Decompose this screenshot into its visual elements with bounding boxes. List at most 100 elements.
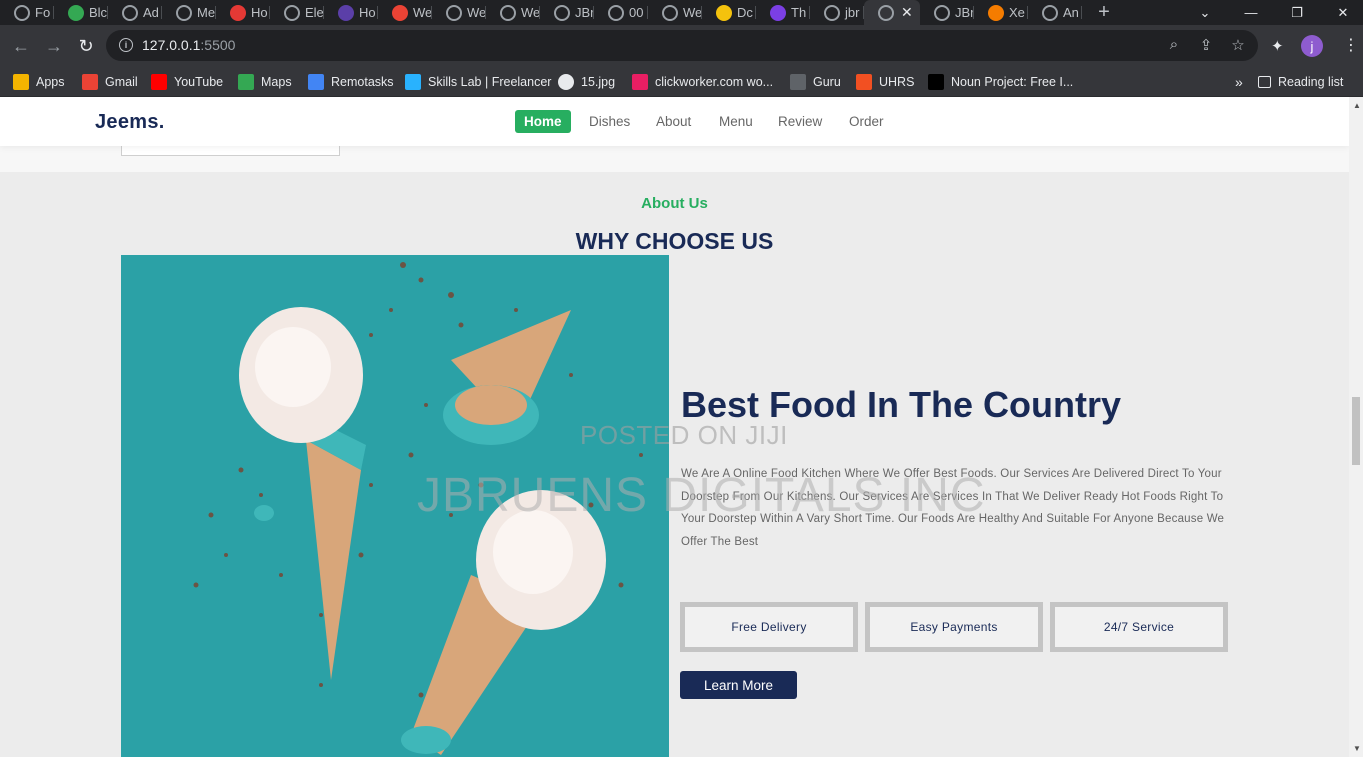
youtube-icon — [151, 74, 167, 90]
nav-link-home[interactable]: Home — [515, 110, 571, 133]
bookmark-item[interactable]: Apps — [13, 71, 65, 93]
search-dropdown-edge — [121, 146, 340, 156]
browser-tab[interactable]: Me — [162, 0, 216, 25]
scroll-down-arrow-icon[interactable]: ▼ — [1353, 744, 1361, 753]
nav-link-menu[interactable]: Menu — [710, 110, 762, 133]
reading-list-label: Reading list — [1278, 75, 1344, 89]
bookmark-label: Remotasks — [331, 75, 394, 89]
bookmark-label: YouTube — [174, 75, 224, 89]
restore-button[interactable]: ❐ — [1274, 0, 1320, 25]
bookmark-star-icon[interactable]: ☆ — [1228, 36, 1248, 54]
tab-label: We — [683, 5, 702, 20]
browser-tab[interactable]: Xe — [974, 0, 1028, 25]
bookmark-item[interactable]: Maps — [238, 71, 292, 93]
browser-tab[interactable]: We — [486, 0, 540, 25]
extensions-icon[interactable]: ✦ — [1271, 37, 1284, 55]
scroll-up-arrow-icon[interactable]: ▲ — [1353, 101, 1361, 110]
site-info-icon[interactable]: i — [119, 38, 133, 52]
bookmark-item[interactable]: UHRS — [856, 71, 914, 93]
web-page: Jeems. Home Dishes About Menu Review Order Ab… — [0, 97, 1349, 757]
url-input[interactable]: i 127.0.0.1:5500 ⌕ ⇪ ☆ — [106, 30, 1258, 61]
globe-icon — [608, 4, 624, 21]
browser-tab[interactable]: JBr — [540, 0, 594, 25]
about-paragraph: We Are A Online Food Kitchen Where We Of… — [681, 468, 1225, 548]
bookmark-label: Guru — [813, 75, 841, 89]
site-logo[interactable]: Jeems. — [95, 111, 165, 134]
browser-menu-icon[interactable]: ⋮ — [1343, 35, 1359, 55]
tab-label: We — [521, 5, 540, 20]
bookmark-label: clickworker.com wo... — [655, 75, 774, 89]
tab-label: Blc — [89, 5, 108, 20]
back-arrow-icon[interactable]: ← — [9, 35, 33, 57]
nav-link-about[interactable]: About — [647, 110, 700, 133]
tab-label: Dc — [737, 5, 753, 20]
url-port: :5500 — [200, 37, 236, 53]
tab-search-icon[interactable]: ⌄ — [1182, 0, 1228, 25]
forward-arrow-icon[interactable]: → — [42, 35, 66, 57]
bookmark-item[interactable]: YouTube — [151, 71, 223, 93]
feature-easy-payments: Easy Payments — [865, 602, 1043, 652]
learn-more-button[interactable]: Learn More — [680, 671, 797, 699]
browser-tab[interactable]: Th — [756, 0, 810, 25]
minimize-button[interactable]: — — [1228, 0, 1274, 25]
gmail-icon — [82, 74, 98, 90]
browser-tab[interactable]: We — [378, 0, 432, 25]
bookmark-item[interactable]: Noun Project: Free I... — [928, 71, 1073, 93]
globe-icon — [934, 4, 950, 21]
profile-avatar[interactable]: j — [1301, 35, 1323, 57]
globe-icon — [558, 74, 574, 90]
browser-tab[interactable]: Ad — [108, 0, 162, 25]
browser-tab[interactable]: 00 — [594, 0, 648, 25]
tab-label: An — [1063, 5, 1079, 20]
maps-icon — [238, 74, 254, 90]
browser-tab[interactable]: Ho — [216, 0, 270, 25]
browser-tab[interactable]: We — [432, 0, 486, 25]
bookmark-item[interactable]: clickworker.com wo... — [632, 71, 773, 93]
zoom-icon[interactable]: ⌕ — [1164, 36, 1184, 53]
browser-tab[interactable]: Dc — [702, 0, 756, 25]
browser-tab[interactable]: Ele — [270, 0, 324, 25]
bookmarks-overflow-button[interactable]: » — [1235, 71, 1243, 93]
ice-cream-illustration — [121, 255, 669, 757]
scroll-thumb[interactable] — [1352, 397, 1360, 465]
bookmark-item[interactable]: Gmail — [82, 71, 138, 93]
microsoft-icon — [856, 74, 872, 90]
nav-link-dishes[interactable]: Dishes — [580, 110, 639, 133]
bookmark-item[interactable]: Skills Lab | Freelancer — [405, 71, 551, 93]
tab-label: We — [467, 5, 486, 20]
tab-label: 00 — [629, 5, 644, 20]
share-icon[interactable]: ⇪ — [1196, 36, 1216, 54]
bookmark-label: Gmail — [105, 75, 138, 89]
browser-tab[interactable]: An — [1028, 0, 1082, 25]
tab-label: Ho — [251, 5, 268, 20]
bookmark-item[interactable]: Guru — [790, 71, 841, 93]
apps-grid-icon — [13, 74, 29, 90]
green-square-icon — [68, 4, 84, 21]
browser-tab[interactable]: jbr — [810, 0, 864, 25]
browser-tab[interactable]: Fo — [0, 0, 54, 25]
section-sub-heading: About Us — [641, 195, 708, 212]
tab-label: Th — [791, 5, 807, 20]
tab-close-icon[interactable]: ✕ — [901, 4, 913, 21]
browser-tab[interactable]: Blc — [54, 0, 108, 25]
freelancer-icon — [405, 74, 421, 90]
x-logo-icon — [988, 4, 1004, 21]
bookmark-item[interactable]: Remotasks — [308, 71, 394, 93]
browser-tab[interactable]: JBr — [920, 0, 974, 25]
browser-tab[interactable]: We — [648, 0, 702, 25]
new-tab-button[interactable]: + — [1092, 1, 1116, 24]
page-scrollbar[interactable]: ▲ ▼ — [1349, 97, 1363, 757]
bookmark-item[interactable]: 15.jpg — [558, 71, 615, 93]
globe-icon — [284, 4, 300, 21]
close-window-button[interactable]: ✕ — [1320, 0, 1363, 25]
nav-link-order[interactable]: Order — [840, 110, 893, 133]
globe-icon — [1042, 4, 1058, 21]
browser-tab[interactable]: ✕ — [864, 0, 920, 25]
red-x-icon — [230, 4, 246, 21]
reload-icon[interactable]: ↻ — [74, 35, 98, 57]
globe-icon — [878, 4, 894, 21]
browser-tab[interactable]: Ho — [324, 0, 378, 25]
nav-link-review[interactable]: Review — [769, 110, 831, 133]
tab-label: Fo — [35, 5, 51, 20]
reading-list-button[interactable]: Reading list — [1258, 71, 1343, 93]
